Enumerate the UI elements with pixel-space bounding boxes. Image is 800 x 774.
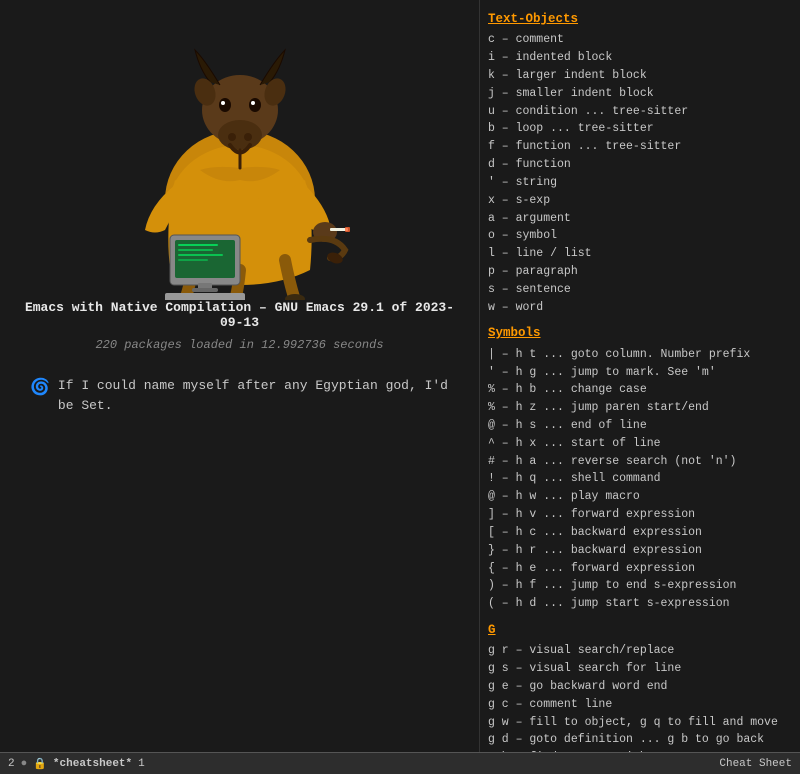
- list-item: d – function: [488, 156, 792, 174]
- list-item: w – word: [488, 299, 792, 317]
- status-bar: 2 ● 🔒 *cheatsheet* 1 Cheat Sheet: [0, 752, 800, 774]
- status-dot: ●: [21, 758, 28, 770]
- list-item: | – h t ... goto column. Number prefix: [488, 346, 792, 364]
- right-panel[interactable]: Text-Objects c – commenti – indented blo…: [480, 0, 800, 752]
- list-item: s – sentence: [488, 281, 792, 299]
- list-item: { – h e ... forward expression: [488, 560, 792, 578]
- list-item: ' – h g ... jump to mark. See 'm': [488, 364, 792, 382]
- list-item: k – larger indent block: [488, 67, 792, 85]
- message-line: 🌀 If I could name myself after any Egypt…: [20, 376, 459, 415]
- list-item: l – line / list: [488, 245, 792, 263]
- list-item: ' – string: [488, 174, 792, 192]
- text-objects-title: Text-Objects: [488, 10, 792, 29]
- list-item: } – h r ... backward expression: [488, 542, 792, 560]
- status-num: 2: [8, 758, 15, 770]
- list-item: x – s-exp: [488, 192, 792, 210]
- list-item: g r – visual search/replace: [488, 642, 792, 660]
- message-text: If I could name myself after any Egyptia…: [58, 376, 449, 415]
- list-item: g c – comment line: [488, 696, 792, 714]
- emacs-title: Emacs with Native Compilation – GNU Emac…: [20, 300, 459, 330]
- list-item: i – indented block: [488, 49, 792, 67]
- list-item: @ – h w ... play macro: [488, 488, 792, 506]
- list-item: g d – goto definition ... g b to go back: [488, 731, 792, 749]
- list-item: ! – h q ... shell command: [488, 470, 792, 488]
- list-item: b – loop ... tree-sitter: [488, 120, 792, 138]
- gnu-image: [110, 20, 370, 300]
- status-lock-icon: 🔒: [33, 757, 47, 771]
- list-item: j – smaller indent block: [488, 85, 792, 103]
- status-colnum: 1: [138, 758, 145, 770]
- list-item: @ – h s ... end of line: [488, 417, 792, 435]
- list-item: g w – fill to object, g q to fill and mo…: [488, 714, 792, 732]
- text-objects-list: c – commenti – indented blockk – larger …: [488, 31, 792, 316]
- symbols-title: Symbols: [488, 324, 792, 343]
- main-area: Emacs with Native Compilation – GNU Emac…: [0, 0, 800, 752]
- left-panel: Emacs with Native Compilation – GNU Emac…: [0, 0, 480, 752]
- list-item: ) – h f ... jump to end s-expression: [488, 577, 792, 595]
- list-item: a – argument: [488, 210, 792, 228]
- list-item: f – function ... tree-sitter: [488, 138, 792, 156]
- list-item: % – h z ... jump paren start/end: [488, 399, 792, 417]
- list-item: u – condition ... tree-sitter: [488, 103, 792, 121]
- g-list: g r – visual search/replaceg s – visual …: [488, 642, 792, 752]
- packages-loaded: 220 packages loaded in 12.992736 seconds: [95, 338, 383, 352]
- status-filename: *cheatsheet*: [53, 758, 132, 770]
- list-item: g e – go backward word end: [488, 678, 792, 696]
- g-title: G: [488, 621, 792, 640]
- list-item: [ – h c ... backward expression: [488, 524, 792, 542]
- list-item: % – h b ... change case: [488, 381, 792, 399]
- list-item: ( – h d ... jump start s-expression: [488, 595, 792, 613]
- status-right-label: Cheat Sheet: [719, 758, 792, 770]
- emoji-icon: 🌀: [30, 376, 50, 400]
- list-item: o – symbol: [488, 227, 792, 245]
- list-item: ^ – h x ... start of line: [488, 435, 792, 453]
- list-item: g s – visual search for line: [488, 660, 792, 678]
- list-item: # – h a ... reverse search (not 'n'): [488, 453, 792, 471]
- list-item: ] – h v ... forward expression: [488, 506, 792, 524]
- symbols-list: | – h t ... goto column. Number prefix' …: [488, 346, 792, 613]
- list-item: c – comment: [488, 31, 792, 49]
- list-item: p – paragraph: [488, 263, 792, 281]
